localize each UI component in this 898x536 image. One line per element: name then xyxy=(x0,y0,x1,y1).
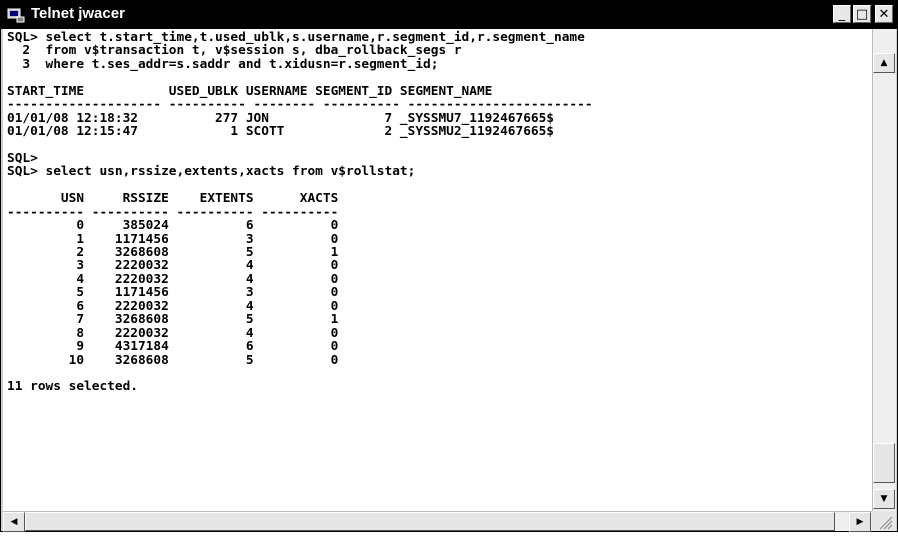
close-button[interactable]: ✕ xyxy=(875,5,893,23)
vertical-scroll-thumb[interactable] xyxy=(873,443,895,483)
minimize-button[interactable]: _ xyxy=(833,5,851,23)
terminal-line: 9 4317184 6 0 xyxy=(7,339,339,355)
terminal-area[interactable]: SQL> select t.start_time,t.used_ublk,s.u… xyxy=(3,29,872,511)
resize-grip[interactable] xyxy=(872,511,896,531)
terminal-line: SQL> xyxy=(7,150,38,166)
terminal-line: 8 2220032 4 0 xyxy=(7,325,339,341)
horizontal-scroll-thumb[interactable] xyxy=(25,512,835,531)
maximize-icon: □ xyxy=(855,7,869,22)
terminal-line: ---------- ---------- ---------- -------… xyxy=(7,204,339,220)
terminal-line: 5 1171456 3 0 xyxy=(7,285,339,301)
vertical-scrollbar[interactable]: ▲ ▼ xyxy=(872,29,896,511)
terminal-line: SQL> select usn,rssize,extents,xacts fro… xyxy=(7,164,416,180)
terminal-line: 6 2220032 4 0 xyxy=(7,298,339,314)
terminal-line: 01/01/08 12:15:47 1 SCOTT 2 _SYSSMU2_119… xyxy=(7,124,555,140)
terminal-line: 3 2220032 4 0 xyxy=(7,258,339,274)
scroll-up-button[interactable]: ▲ xyxy=(873,53,895,73)
terminal-line: USN RSSIZE EXTENTS XACTS xyxy=(7,191,339,207)
terminal-line: 11 rows selected. xyxy=(7,379,138,395)
scroll-left-button[interactable]: ◀ xyxy=(3,512,25,532)
terminal-line: 1 1171456 3 0 xyxy=(7,231,339,247)
scroll-right-button[interactable]: ▶ xyxy=(849,512,871,532)
title-bar[interactable]: Telnet jwacer _ □ ✕ xyxy=(1,1,897,29)
terminal-line: 0 385024 6 0 xyxy=(7,218,339,234)
scroll-down-icon: ▼ xyxy=(880,494,888,504)
close-icon: ✕ xyxy=(878,7,890,22)
terminal-line: SQL> select t.start_time,t.used_ublk,s.u… xyxy=(7,30,585,45)
terminal-line: 10 3268608 5 0 xyxy=(7,352,339,368)
resize-grip-icon xyxy=(879,516,893,530)
horizontal-scrollbar[interactable]: ◀ ▶ xyxy=(3,511,872,532)
scroll-up-icon: ▲ xyxy=(880,58,888,68)
minimize-icon: _ xyxy=(838,7,846,22)
maximize-button[interactable]: □ xyxy=(853,5,871,23)
window-title: Telnet jwacer xyxy=(31,5,125,22)
terminal-line: 7 3268608 5 1 xyxy=(7,312,339,328)
terminal-output: SQL> select t.start_time,t.used_ublk,s.u… xyxy=(7,31,593,394)
terminal-line: -------------------- ---------- --------… xyxy=(7,97,593,113)
scroll-down-button[interactable]: ▼ xyxy=(873,489,895,509)
terminal-line: START_TIME USED_UBLK USERNAME SEGMENT_ID… xyxy=(7,83,493,99)
scroll-left-icon: ◀ xyxy=(10,517,18,527)
terminal-line: 3 where t.ses_addr=s.saddr and t.xidusn=… xyxy=(7,56,439,72)
terminal-line: 2 3268608 5 1 xyxy=(7,245,339,260)
terminal-line: 4 2220032 4 0 xyxy=(7,271,339,287)
telnet-app-icon xyxy=(7,8,25,23)
terminal-line: 2 from v$transaction t, v$session s, dba… xyxy=(7,43,462,59)
scroll-right-icon: ▶ xyxy=(856,517,864,527)
terminal-line: 01/01/08 12:18:32 277 JON 7 _SYSSMU7_119… xyxy=(7,110,555,126)
telnet-window: Telnet jwacer _ □ ✕ SQL> select t.start_… xyxy=(0,0,898,532)
